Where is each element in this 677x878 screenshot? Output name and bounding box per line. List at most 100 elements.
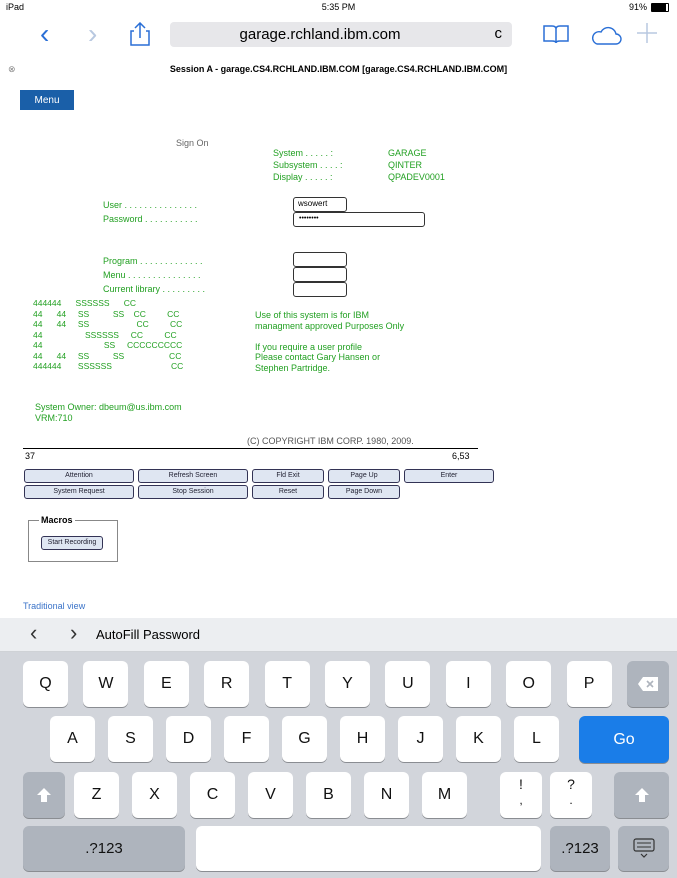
macros-label: Macros — [39, 515, 75, 525]
key-j[interactable]: J — [398, 716, 443, 762]
previous-field-icon[interactable]: ‹ — [30, 620, 37, 646]
ibm-ascii-logo: 444444 SSSSSS CC 44 44 SS SS CC CC 44 44… — [33, 298, 184, 371]
key-r[interactable]: R — [204, 661, 250, 707]
key-i[interactable]: I — [445, 661, 491, 707]
attention-button[interactable]: Attention — [24, 469, 134, 483]
key-a[interactable]: A — [50, 716, 95, 762]
system-request-button[interactable]: System Request — [24, 485, 134, 499]
key-u[interactable]: U — [385, 661, 431, 707]
signon-heading: Sign On — [176, 138, 209, 148]
key-v[interactable]: V — [248, 772, 293, 818]
usage-notice: Use of this system is for IBM managment … — [255, 310, 405, 373]
forward-icon[interactable]: › — [88, 20, 97, 48]
vrm-label: VRM:710 — [35, 413, 73, 423]
exclamation-key-top: ! — [519, 776, 523, 792]
question-key-bottom: . — [569, 793, 573, 807]
page-title: Session A - garage.CS4.RCHLAND.IBM.COM [… — [169, 64, 508, 74]
exclamation-key-bottom: , — [519, 793, 523, 807]
key-h[interactable]: H — [340, 716, 385, 762]
subsystem-value: QINTER — [388, 160, 423, 170]
refresh-screen-button[interactable]: Refresh Screen — [138, 469, 248, 483]
battery-percent: 91% — [628, 2, 647, 12]
library-label: Current library . . . . . . . . . — [103, 284, 206, 294]
backspace-key[interactable] — [627, 661, 669, 707]
key-l[interactable]: L — [514, 716, 559, 762]
back-icon[interactable]: ‹ — [40, 20, 49, 48]
system-label: System . . . . . : — [273, 148, 334, 158]
status-divider — [23, 448, 478, 449]
key-y[interactable]: Y — [325, 661, 370, 707]
question-key-top: ? — [567, 776, 575, 792]
key-n[interactable]: N — [364, 772, 409, 818]
password-field[interactable]: •••••••• — [293, 212, 425, 227]
key-t[interactable]: T — [264, 661, 310, 707]
question-key[interactable]: ? . — [550, 772, 592, 818]
space-key[interactable] — [196, 826, 541, 871]
key-q[interactable]: Q — [23, 661, 68, 707]
program-field[interactable] — [293, 252, 347, 267]
bookmarks-icon[interactable] — [543, 24, 569, 49]
key-g[interactable]: G — [282, 716, 327, 762]
icloud-tabs-icon[interactable] — [590, 26, 622, 51]
system-owner: System Owner: dbeum@us.ibm.com — [35, 402, 182, 412]
status-bar: iPad 5:35 PM 91% — [0, 0, 677, 14]
address-bar[interactable]: garage.rchland.ibm.com c — [170, 22, 512, 47]
key-e[interactable]: E — [143, 661, 189, 707]
shift-left-key[interactable] — [23, 772, 65, 818]
keyboard: ‹ › AutoFill Password Go ! , ? . .?123 .… — [0, 618, 677, 878]
password-label: Password . . . . . . . . . . . — [103, 214, 198, 224]
key-k[interactable]: K — [456, 716, 501, 762]
numbers-key-right[interactable]: .?123 — [550, 826, 610, 871]
go-key[interactable]: Go — [579, 716, 669, 763]
subsystem-label: Subsystem . . . . : — [273, 160, 343, 170]
macros-group: Macros Start Recording — [28, 515, 118, 562]
user-field[interactable]: wsowert — [293, 197, 347, 212]
key-p[interactable]: P — [566, 661, 612, 707]
user-value: wsowert — [298, 199, 328, 208]
dismiss-keyboard-key[interactable] — [618, 826, 669, 871]
reload-icon[interactable]: c — [495, 25, 503, 42]
field-exit-button[interactable]: Fld Exit — [252, 469, 324, 483]
reset-button[interactable]: Reset — [252, 485, 324, 499]
clock: 5:35 PM — [321, 2, 356, 12]
share-icon[interactable] — [130, 21, 150, 51]
battery-icon — [651, 3, 669, 12]
status-right: 6,53 — [452, 451, 470, 461]
url-text: garage.rchland.ibm.com — [239, 26, 401, 43]
enter-button[interactable]: Enter — [404, 469, 494, 483]
key-s[interactable]: S — [108, 716, 153, 762]
key-f[interactable]: F — [224, 716, 269, 762]
page-down-button[interactable]: Page Down — [328, 485, 400, 499]
user-label: User . . . . . . . . . . . . . . . — [103, 200, 198, 210]
menu-field-label: Menu . . . . . . . . . . . . . . . — [103, 270, 201, 280]
key-b[interactable]: B — [306, 772, 351, 818]
status-left: 37 — [25, 451, 36, 461]
next-field-icon[interactable]: › — [70, 620, 77, 646]
key-c[interactable]: C — [190, 772, 235, 818]
display-value: QPADEV0001 — [388, 172, 445, 182]
copyright: (C) COPYRIGHT IBM CORP. 1980, 2009. — [247, 436, 414, 446]
menu-button[interactable]: Menu — [20, 90, 74, 110]
key-x[interactable]: X — [132, 772, 177, 818]
key-z[interactable]: Z — [74, 772, 119, 818]
autofill-password-button[interactable]: AutoFill Password — [96, 627, 200, 642]
start-recording-button[interactable]: Start Recording — [41, 536, 103, 550]
key-w[interactable]: W — [83, 661, 129, 707]
key-d[interactable]: D — [166, 716, 211, 762]
menu-field[interactable] — [293, 267, 347, 282]
exclamation-key[interactable]: ! , — [500, 772, 542, 818]
stop-session-button[interactable]: Stop Session — [138, 485, 248, 499]
program-label: Program . . . . . . . . . . . . . — [103, 256, 203, 266]
page-up-button[interactable]: Page Up — [328, 469, 400, 483]
shift-right-key[interactable] — [614, 772, 669, 818]
traditional-view-link[interactable]: Traditional view — [23, 601, 85, 611]
library-field[interactable] — [293, 282, 347, 297]
system-value: GARAGE — [388, 148, 427, 158]
autofill-bar: ‹ › AutoFill Password — [0, 618, 677, 652]
key-o[interactable]: O — [506, 661, 552, 707]
key-m[interactable]: M — [422, 772, 467, 818]
numbers-key-left[interactable]: .?123 — [23, 826, 185, 871]
display-label: Display . . . . . : — [273, 172, 333, 182]
password-value: •••••••• — [299, 215, 319, 222]
new-tab-icon[interactable] — [636, 22, 658, 49]
